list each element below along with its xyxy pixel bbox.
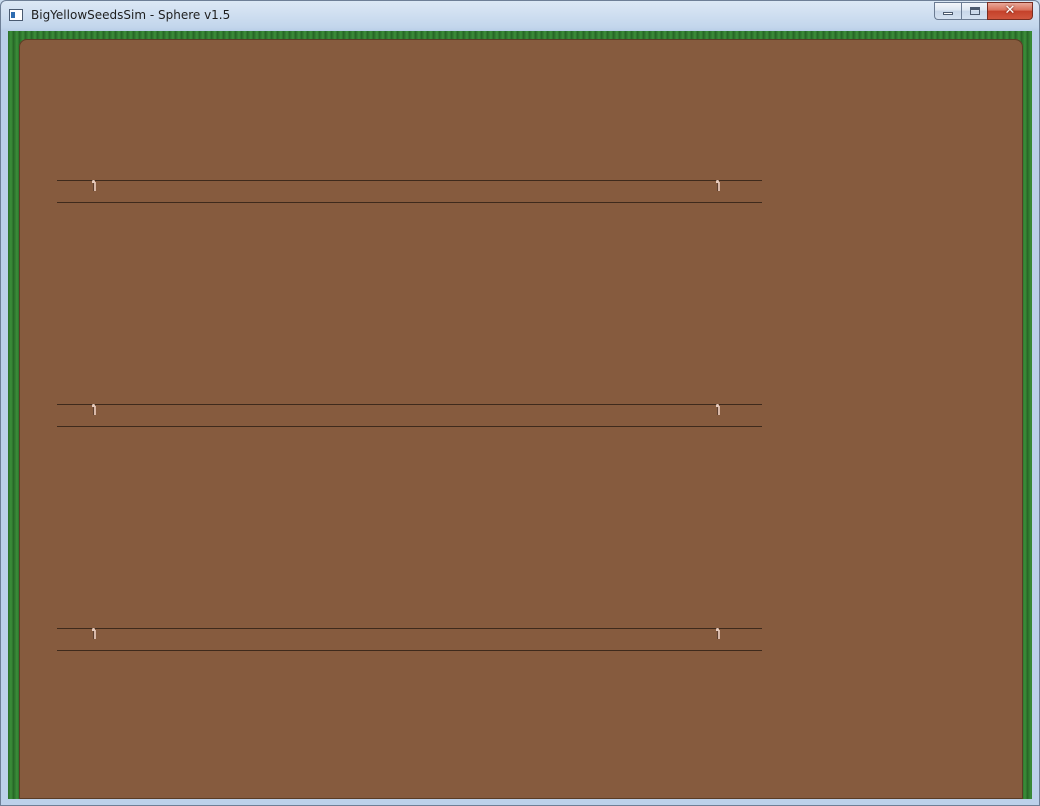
row-furrow-top [57,404,762,405]
close-button[interactable]: ✕ [987,2,1033,20]
row-furrow-bottom [57,202,762,203]
sprout-icon [92,180,96,192]
maximize-button[interactable] [961,2,987,20]
row-furrow-bottom [57,650,762,651]
maximize-icon [970,7,980,15]
sprout-icon [92,404,96,416]
sprout-icon [716,628,720,640]
crop-row-2 [57,404,762,427]
minimize-icon [943,12,953,15]
app-window: BigYellowSeedsSim - Sphere v1.5 ✕ [0,0,1040,806]
row-furrow-top [57,628,762,629]
sprout-icon [716,404,720,416]
caption-buttons: ✕ [934,2,1033,22]
title-bar[interactable]: BigYellowSeedsSim - Sphere v1.5 ✕ [1,1,1039,31]
row-furrow-bottom [57,426,762,427]
sprout-icon [92,628,96,640]
soil-field [19,39,1023,799]
game-canvas[interactable] [8,31,1032,799]
crop-row-3 [57,628,762,651]
sprout-icon [716,180,720,192]
minimize-button[interactable] [934,2,961,20]
crop-row-1 [57,180,762,203]
window-title: BigYellowSeedsSim - Sphere v1.5 [31,8,231,22]
row-furrow-top [57,180,762,181]
app-window-icon[interactable] [9,9,23,21]
close-icon: ✕ [1004,3,1016,18]
